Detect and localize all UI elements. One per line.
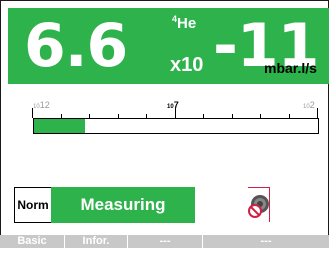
softkey-basic-param[interactable]: Basic Param [0, 235, 65, 260]
speaker-muted-icon[interactable] [247, 193, 273, 219]
scale-ticks [32, 108, 318, 118]
isotope-label: 4He [172, 10, 196, 33]
mode-indicator: Norm [14, 187, 51, 223]
status-indicator: Measuring [51, 187, 195, 223]
softkey-3[interactable]: --- [128, 235, 203, 248]
leak-rate-display: 6.6 4He x10 -11 mbar.l/s [8, 8, 329, 84]
trend-bar-fill [34, 119, 85, 133]
scale-tick [175, 108, 176, 118]
trend-bar [33, 118, 319, 134]
multiplier-label: x10 [170, 54, 204, 76]
isotope-element: He [177, 15, 197, 32]
softkey-4[interactable]: --- [203, 235, 329, 248]
leak-rate-mantissa: 6.6 [24, 11, 128, 81]
unit-label: mbar.l/s [264, 60, 317, 76]
softkey-infor[interactable]: Infor. [65, 235, 128, 248]
scale-tick [317, 108, 318, 118]
scale-tick [32, 108, 33, 118]
